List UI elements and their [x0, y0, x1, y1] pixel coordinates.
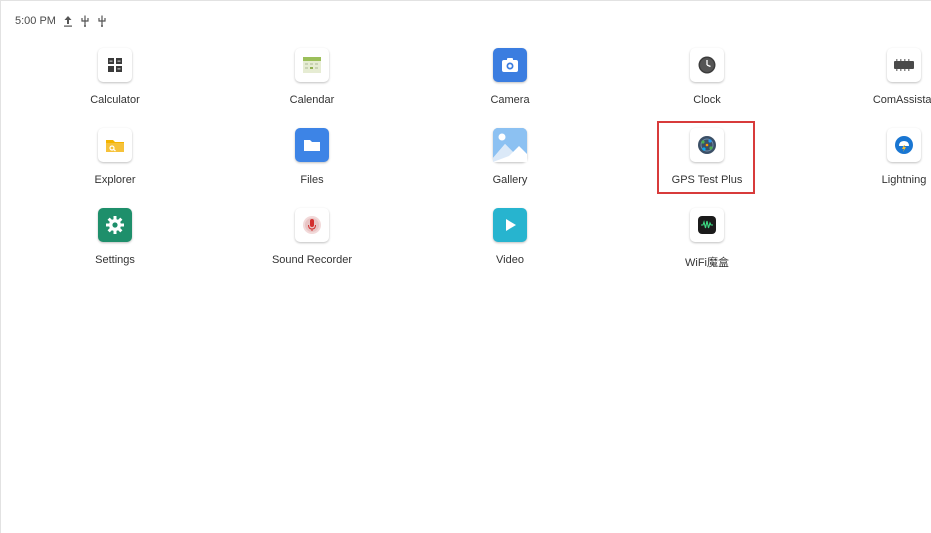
app-label: WiFi魔盒	[685, 257, 729, 269]
app-label: Clock	[693, 94, 721, 106]
home-screen: 5:00 PM Calculator Calendar Camera Clock…	[0, 0, 931, 533]
app-label: Sound Recorder	[271, 254, 353, 266]
settings-gear-icon	[98, 208, 132, 242]
app-label: Calculator	[90, 94, 140, 106]
app-label: Camera	[490, 94, 530, 106]
microphone-icon	[295, 208, 329, 242]
app-files[interactable]: Files	[252, 128, 372, 186]
explorer-folder-icon	[98, 128, 132, 162]
clock-icon	[690, 48, 724, 82]
app-calendar[interactable]: Calendar	[252, 48, 372, 106]
app-explorer[interactable]: Explorer	[55, 128, 175, 186]
video-play-icon	[493, 208, 527, 242]
app-sound-recorder[interactable]: Sound Recorder	[252, 208, 372, 266]
app-camera[interactable]: Camera	[450, 48, 570, 106]
app-label: Explorer	[94, 174, 136, 186]
app-gallery[interactable]: Gallery	[450, 128, 570, 186]
com-assistant-icon	[887, 48, 921, 82]
app-video[interactable]: Video	[450, 208, 570, 266]
app-wifi-box[interactable]: WiFi魔盒	[647, 208, 767, 270]
wifi-box-icon	[690, 208, 724, 242]
app-comassistant[interactable]: ComAssistar	[844, 48, 931, 106]
lightning-icon	[887, 128, 921, 162]
app-settings[interactable]: Settings	[55, 208, 175, 266]
app-label: Settings	[95, 254, 135, 266]
files-folder-icon	[295, 128, 329, 162]
app-label: Video	[496, 254, 524, 266]
app-label: ComAssistar	[872, 94, 931, 106]
app-label: Gallery	[492, 174, 528, 186]
app-label: Files	[300, 174, 324, 186]
app-calculator[interactable]: Calculator	[55, 48, 175, 106]
app-label: Calendar	[289, 94, 335, 106]
calculator-icon	[98, 48, 132, 82]
app-label: Lightning	[881, 174, 927, 186]
calendar-icon	[295, 48, 329, 82]
gallery-icon	[493, 128, 527, 162]
camera-icon	[493, 48, 527, 82]
app-clock[interactable]: Clock	[647, 48, 767, 106]
selection-highlight	[657, 121, 755, 194]
app-grid: Calculator Calendar Camera Clock ComAssi…	[1, 1, 931, 533]
app-lightning[interactable]: Lightning	[844, 128, 931, 186]
